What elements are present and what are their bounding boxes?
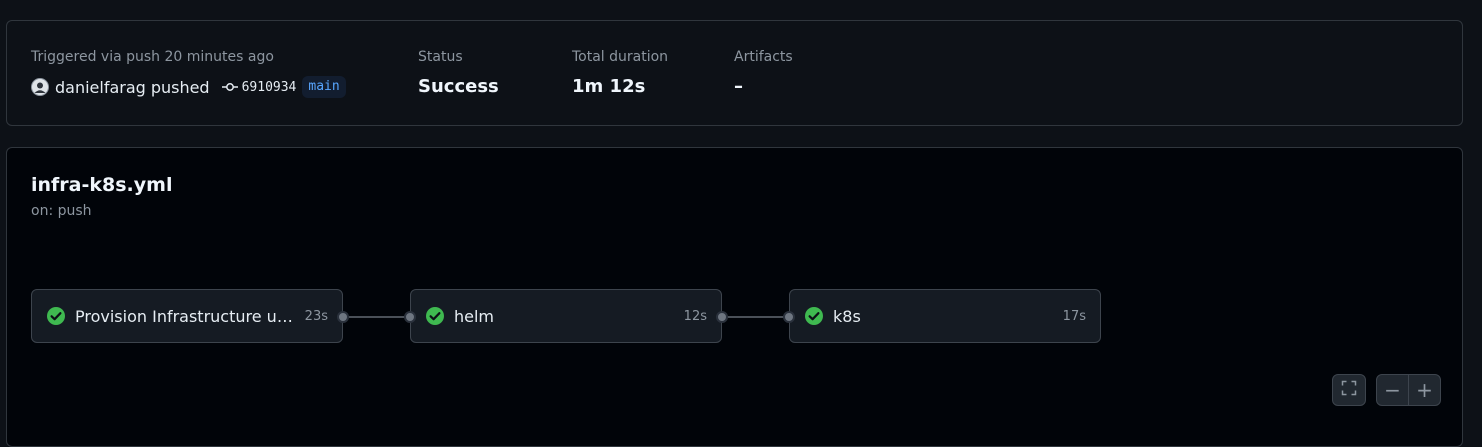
status-section: Status Success: [418, 48, 499, 98]
workflow-file-title: infra-k8s.yml: [31, 174, 173, 196]
workflow-graph-card: infra-k8s.yml on: push Provision Infrast…: [6, 147, 1463, 447]
duration-section: Total duration 1m 12s: [572, 48, 668, 98]
job-name: helm: [454, 306, 495, 326]
push-action: pushed: [150, 77, 210, 97]
job-input-port: [783, 311, 795, 323]
avatar[interactable]: [31, 78, 49, 96]
job-name: k8s: [833, 306, 861, 326]
check-circle-icon: [425, 306, 445, 326]
branch-badge[interactable]: main: [302, 76, 346, 98]
job-name: Provision Infrastructure us...: [75, 306, 299, 326]
job-duration: 23s: [304, 308, 328, 324]
job-output-port: [337, 311, 349, 323]
duration-label: Total duration: [572, 49, 669, 65]
job-connector: [349, 316, 410, 318]
actor-name[interactable]: danielfarag: [55, 78, 146, 97]
workflow-trigger: on: push: [31, 203, 92, 219]
fullscreen-button[interactable]: [1332, 374, 1366, 406]
zoom-in-button[interactable]: +: [1408, 375, 1440, 405]
duration-value: 1m 12s: [572, 76, 646, 97]
job-duration: 17s: [1062, 308, 1086, 324]
check-circle-icon: [46, 306, 66, 326]
fullscreen-icon: [1341, 380, 1357, 400]
commit-sha-link[interactable]: 6910934: [242, 80, 297, 95]
trigger-info: Triggered via push 20 minutes ago daniel…: [31, 48, 346, 98]
job-duration: 12s: [683, 308, 707, 324]
trigger-line: danielfarag pushed 6910934 main: [31, 76, 346, 98]
zoom-out-button[interactable]: −: [1377, 375, 1408, 405]
artifacts-label: Artifacts: [734, 49, 793, 65]
artifacts-value: –: [734, 76, 743, 97]
check-circle-icon: [804, 306, 824, 326]
job-node-provision[interactable]: Provision Infrastructure us... 23s: [31, 289, 343, 343]
status-label: Status: [418, 49, 463, 65]
trigger-label: Triggered via push 20 minutes ago: [31, 49, 274, 65]
job-connector: [728, 316, 789, 318]
git-commit-icon: [221, 81, 238, 93]
run-summary-card: Triggered via push 20 minutes ago daniel…: [6, 20, 1463, 126]
job-input-port: [404, 311, 416, 323]
job-node-k8s[interactable]: k8s 17s: [789, 289, 1101, 343]
zoom-controls: − +: [1376, 374, 1441, 406]
job-output-port: [716, 311, 728, 323]
job-node-helm[interactable]: helm 12s: [410, 289, 722, 343]
status-value: Success: [418, 76, 499, 97]
artifacts-section: Artifacts –: [734, 48, 793, 98]
